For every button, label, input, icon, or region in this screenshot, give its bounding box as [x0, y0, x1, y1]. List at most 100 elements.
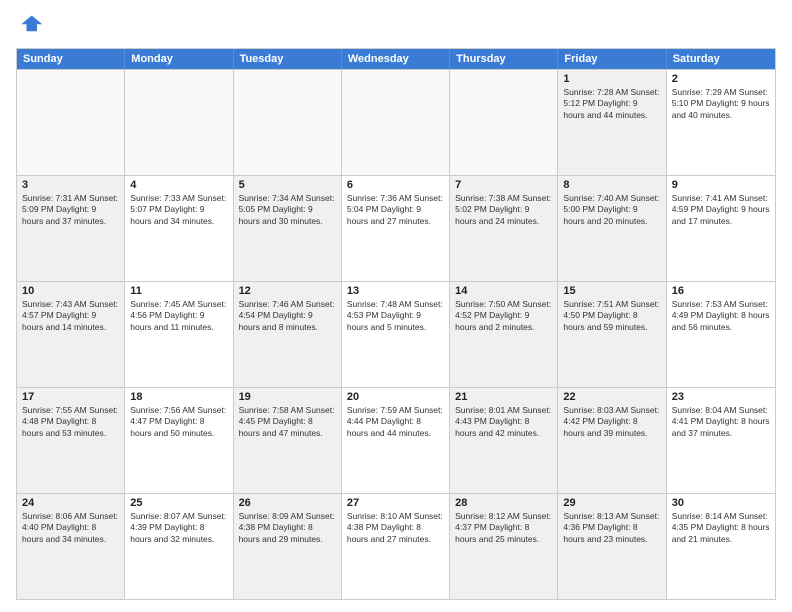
calendar-cell-6: 6 Sunrise: 7:36 AM Sunset: 5:04 PM Daylig… — [342, 176, 450, 281]
day-number: 7 — [455, 179, 552, 191]
day-info: Sunrise: 8:09 AM Sunset: 4:38 PM Dayligh… — [239, 511, 336, 545]
day-info: Sunrise: 7:51 AM Sunset: 4:50 PM Dayligh… — [563, 299, 660, 333]
day-number: 30 — [672, 497, 770, 509]
calendar-row-4: 17 Sunrise: 7:55 AM Sunset: 4:48 PM Dayli… — [17, 387, 775, 493]
calendar-cell-10: 10 Sunrise: 7:43 AM Sunset: 4:57 PM Dayli… — [17, 282, 125, 387]
day-info: Sunrise: 7:55 AM Sunset: 4:48 PM Dayligh… — [22, 405, 119, 439]
day-number: 19 — [239, 391, 336, 403]
day-number: 29 — [563, 497, 660, 509]
calendar-cell-30: 30Sunrise: 8:14 AM Sunset: 4:35 PM Dayli… — [667, 494, 775, 599]
page: SundayMondayTuesdayWednesdayThursdayFrid… — [0, 0, 792, 612]
calendar-cell-5: 5 Sunrise: 7:34 AM Sunset: 5:05 PM Daylig… — [234, 176, 342, 281]
day-number: 18 — [130, 391, 227, 403]
header-day-wednesday: Wednesday — [342, 49, 450, 69]
calendar-cell-2: 2 Sunrise: 7:29 AM Sunset: 5:10 PM Daylig… — [667, 70, 775, 175]
calendar-row-3: 10 Sunrise: 7:43 AM Sunset: 4:57 PM Dayli… — [17, 281, 775, 387]
calendar-cell-20: 20 Sunrise: 7:59 AM Sunset: 4:44 PM Dayli… — [342, 388, 450, 493]
day-info: Sunrise: 8:12 AM Sunset: 4:37 PM Dayligh… — [455, 511, 552, 545]
header-day-friday: Friday — [558, 49, 666, 69]
day-info: Sunrise: 7:29 AM Sunset: 5:10 PM Dayligh… — [672, 87, 770, 121]
header-day-sunday: Sunday — [17, 49, 125, 69]
calendar-cell-3: 3 Sunrise: 7:31 AM Sunset: 5:09 PM Daylig… — [17, 176, 125, 281]
calendar-cell-29: 29Sunrise: 8:13 AM Sunset: 4:36 PM Dayli… — [558, 494, 666, 599]
calendar-cell-22: 22 Sunrise: 8:03 AM Sunset: 4:42 PM Dayli… — [558, 388, 666, 493]
calendar-cell-empty — [125, 70, 233, 175]
day-info: Sunrise: 7:56 AM Sunset: 4:47 PM Dayligh… — [130, 405, 227, 439]
day-number: 15 — [563, 285, 660, 297]
day-number: 12 — [239, 285, 336, 297]
day-info: Sunrise: 7:46 AM Sunset: 4:54 PM Dayligh… — [239, 299, 336, 333]
calendar-cell-11: 11 Sunrise: 7:45 AM Sunset: 4:56 PM Dayli… — [125, 282, 233, 387]
calendar-cell-9: 9 Sunrise: 7:41 AM Sunset: 4:59 PM Daylig… — [667, 176, 775, 281]
calendar-cell-1: 1 Sunrise: 7:28 AM Sunset: 5:12 PM Daylig… — [558, 70, 666, 175]
day-number: 28 — [455, 497, 552, 509]
day-number: 6 — [347, 179, 444, 191]
day-info: Sunrise: 7:59 AM Sunset: 4:44 PM Dayligh… — [347, 405, 444, 439]
day-number: 13 — [347, 285, 444, 297]
day-number: 22 — [563, 391, 660, 403]
day-number: 11 — [130, 285, 227, 297]
calendar-cell-empty — [450, 70, 558, 175]
calendar-cell-15: 15 Sunrise: 7:51 AM Sunset: 4:50 PM Dayli… — [558, 282, 666, 387]
header-day-tuesday: Tuesday — [234, 49, 342, 69]
day-info: Sunrise: 8:07 AM Sunset: 4:39 PM Dayligh… — [130, 511, 227, 545]
day-info: Sunrise: 8:10 AM Sunset: 4:38 PM Dayligh… — [347, 511, 444, 545]
day-info: Sunrise: 7:43 AM Sunset: 4:57 PM Dayligh… — [22, 299, 119, 333]
day-number: 9 — [672, 179, 770, 191]
calendar-cell-17: 17 Sunrise: 7:55 AM Sunset: 4:48 PM Dayli… — [17, 388, 125, 493]
header-day-saturday: Saturday — [667, 49, 775, 69]
calendar-cell-12: 12 Sunrise: 7:46 AM Sunset: 4:54 PM Dayli… — [234, 282, 342, 387]
calendar-header: SundayMondayTuesdayWednesdayThursdayFrid… — [17, 49, 775, 69]
day-number: 17 — [22, 391, 119, 403]
calendar-cell-26: 26 Sunrise: 8:09 AM Sunset: 4:38 PM Dayli… — [234, 494, 342, 599]
day-info: Sunrise: 7:48 AM Sunset: 4:53 PM Dayligh… — [347, 299, 444, 333]
day-info: Sunrise: 7:58 AM Sunset: 4:45 PM Dayligh… — [239, 405, 336, 439]
day-number: 21 — [455, 391, 552, 403]
logo-icon — [16, 12, 44, 40]
day-number: 8 — [563, 179, 660, 191]
calendar-cell-13: 13 Sunrise: 7:48 AM Sunset: 4:53 PM Dayli… — [342, 282, 450, 387]
logo — [16, 12, 48, 40]
calendar-cell-18: 18 Sunrise: 7:56 AM Sunset: 4:47 PM Dayli… — [125, 388, 233, 493]
day-info: Sunrise: 7:34 AM Sunset: 5:05 PM Dayligh… — [239, 193, 336, 227]
day-info: Sunrise: 7:31 AM Sunset: 5:09 PM Dayligh… — [22, 193, 119, 227]
calendar-cell-8: 8 Sunrise: 7:40 AM Sunset: 5:00 PM Daylig… — [558, 176, 666, 281]
header — [16, 12, 776, 40]
day-number: 2 — [672, 73, 770, 85]
day-info: Sunrise: 7:28 AM Sunset: 5:12 PM Dayligh… — [563, 87, 660, 121]
day-number: 24 — [22, 497, 119, 509]
day-info: Sunrise: 8:03 AM Sunset: 4:42 PM Dayligh… — [563, 405, 660, 439]
calendar-cell-21: 21 Sunrise: 8:01 AM Sunset: 4:43 PM Dayli… — [450, 388, 558, 493]
day-info: Sunrise: 7:36 AM Sunset: 5:04 PM Dayligh… — [347, 193, 444, 227]
day-info: Sunrise: 7:40 AM Sunset: 5:00 PM Dayligh… — [563, 193, 660, 227]
calendar-cell-14: 14Sunrise: 7:50 AM Sunset: 4:52 PM Dayli… — [450, 282, 558, 387]
header-day-thursday: Thursday — [450, 49, 558, 69]
calendar-cell-7: 7 Sunrise: 7:38 AM Sunset: 5:02 PM Daylig… — [450, 176, 558, 281]
day-info: Sunrise: 7:38 AM Sunset: 5:02 PM Dayligh… — [455, 193, 552, 227]
day-number: 23 — [672, 391, 770, 403]
day-number: 26 — [239, 497, 336, 509]
day-info: Sunrise: 7:53 AM Sunset: 4:49 PM Dayligh… — [672, 299, 770, 333]
day-number: 10 — [22, 285, 119, 297]
header-day-monday: Monday — [125, 49, 233, 69]
day-number: 25 — [130, 497, 227, 509]
day-info: Sunrise: 7:45 AM Sunset: 4:56 PM Dayligh… — [130, 299, 227, 333]
day-info: Sunrise: 8:01 AM Sunset: 4:43 PM Dayligh… — [455, 405, 552, 439]
calendar-cell-empty — [17, 70, 125, 175]
day-info: Sunrise: 7:33 AM Sunset: 5:07 PM Dayligh… — [130, 193, 227, 227]
calendar-cell-4: 4 Sunrise: 7:33 AM Sunset: 5:07 PM Daylig… — [125, 176, 233, 281]
calendar-body: 1 Sunrise: 7:28 AM Sunset: 5:12 PM Daylig… — [17, 69, 775, 599]
calendar-cell-23: 23 Sunrise: 8:04 AM Sunset: 4:41 PM Dayli… — [667, 388, 775, 493]
day-number: 5 — [239, 179, 336, 191]
day-info: Sunrise: 8:04 AM Sunset: 4:41 PM Dayligh… — [672, 405, 770, 439]
calendar-row-2: 3 Sunrise: 7:31 AM Sunset: 5:09 PM Daylig… — [17, 175, 775, 281]
day-number: 16 — [672, 285, 770, 297]
day-info: Sunrise: 8:06 AM Sunset: 4:40 PM Dayligh… — [22, 511, 119, 545]
day-info: Sunrise: 7:41 AM Sunset: 4:59 PM Dayligh… — [672, 193, 770, 227]
calendar-cell-27: 27Sunrise: 8:10 AM Sunset: 4:38 PM Dayli… — [342, 494, 450, 599]
calendar-cell-16: 16 Sunrise: 7:53 AM Sunset: 4:49 PM Dayli… — [667, 282, 775, 387]
day-number: 4 — [130, 179, 227, 191]
day-number: 3 — [22, 179, 119, 191]
day-number: 1 — [563, 73, 660, 85]
day-number: 20 — [347, 391, 444, 403]
